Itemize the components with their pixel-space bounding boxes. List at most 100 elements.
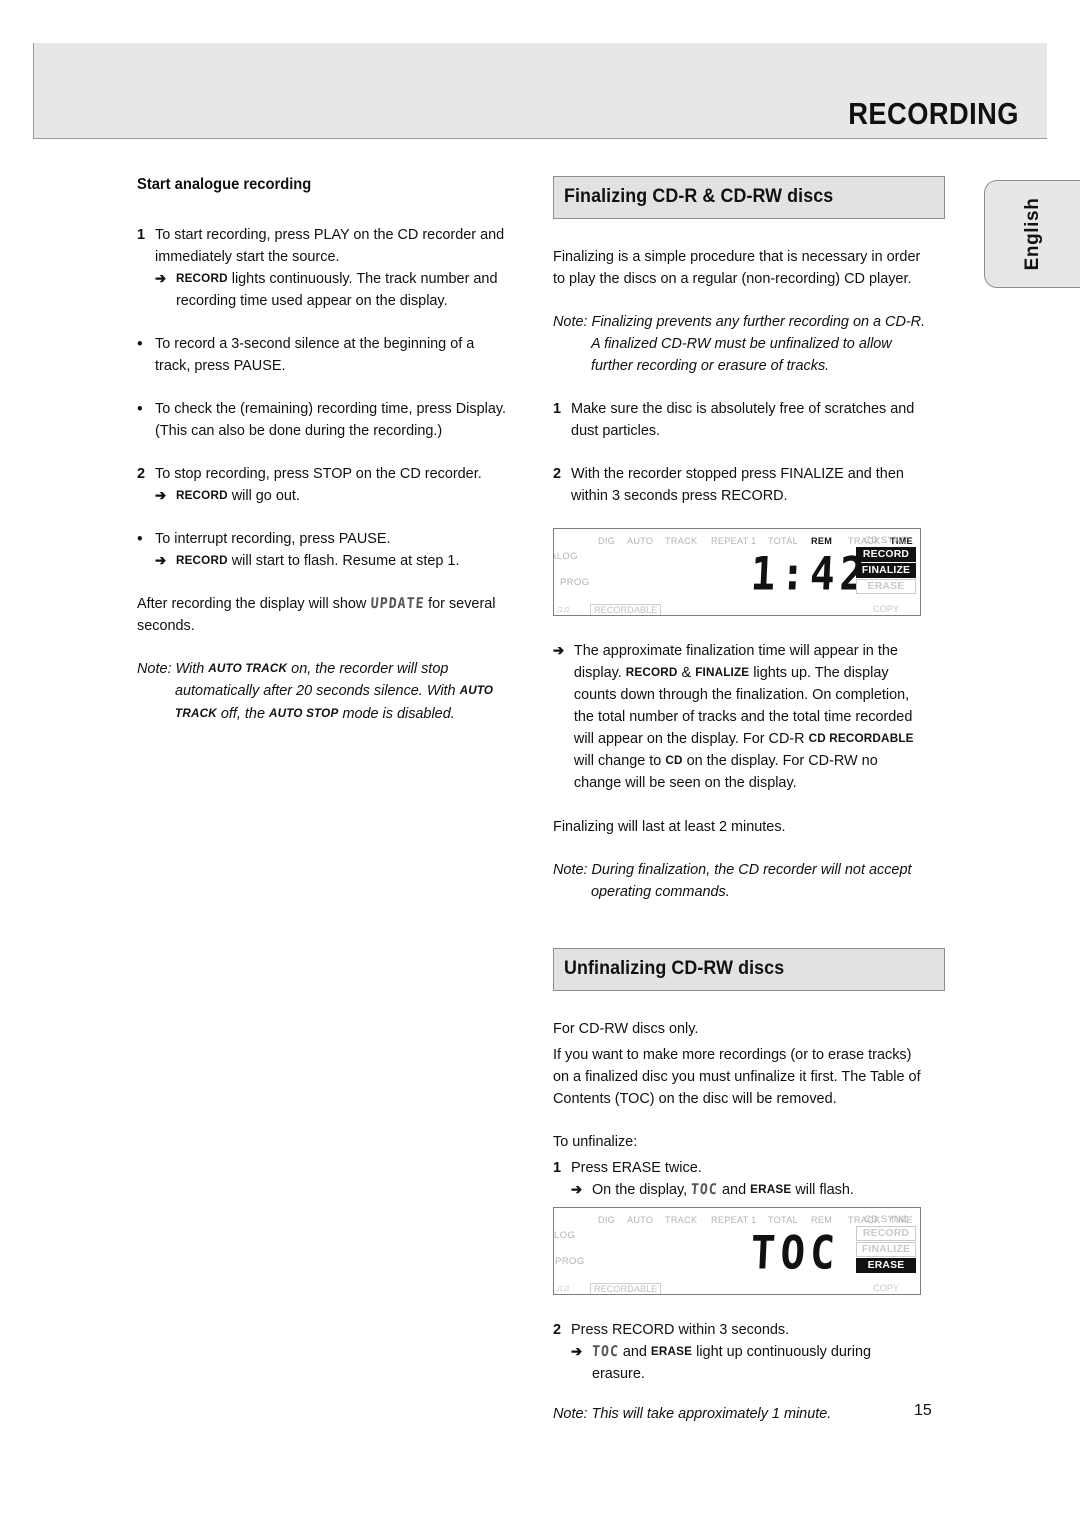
result-middle: and <box>718 1180 751 1198</box>
lcd-label-analog: ALOG <box>554 551 578 563</box>
note-part-3: off, the <box>216 704 269 722</box>
step-marker: 1 <box>137 226 146 243</box>
arrow-icon: ➔ <box>571 1342 583 1359</box>
erase-indicator-label: ERASE <box>750 1181 792 1196</box>
bullet-text: To record a 3-second silence at the begi… <box>155 335 475 375</box>
result-line-3a: For CD-R <box>742 730 809 748</box>
unfinalize-step-2: 2 Press RECORD within 3 seconds. ➔ TOC a… <box>553 1319 925 1385</box>
lcd-label-rem: REM <box>811 1214 833 1226</box>
unfinalizing-para-2: If you want to make more recordings (or … <box>553 1045 921 1107</box>
lcd-indicator-record: RECORD <box>856 547 916 563</box>
lcd-label-cd-sync: CD SYNC <box>864 534 908 546</box>
unfinalize-step-1: 1 Press ERASE twice. ➔ On the display, T… <box>553 1157 925 1201</box>
step-text: Press ERASE twice. <box>571 1158 702 1176</box>
bullet-text: To interrupt recording, press PAUSE. <box>155 530 391 548</box>
lcd-indicator-erase: ERASE <box>856 579 916 595</box>
lcd-icon-disc: ♫♫ <box>556 1282 570 1293</box>
step-text: Press RECORD within 3 seconds. <box>571 1320 790 1338</box>
step-result: ➔ RECORD lights continuously. The track … <box>155 268 507 312</box>
finalize-step-1: 1 Make sure the disc is absolutely free … <box>553 398 925 442</box>
step-text: With the recorder stopped press FINALIZE… <box>571 465 904 505</box>
finalize-step-2-result: ➔ The approximate finalization time will… <box>553 640 925 794</box>
step-text: Make sure the disc is absolutely free of… <box>571 400 915 440</box>
arrow-icon: ➔ <box>155 552 167 569</box>
unfinalizing-note: Note: This will take approximately 1 min… <box>553 1403 925 1425</box>
lcd-label-total: TOTAL <box>768 536 798 548</box>
lcd-indicator-record: RECORD <box>856 1225 916 1241</box>
page-title: RECORDING <box>848 96 1019 131</box>
lcd-label-total: TOTAL <box>768 1214 798 1226</box>
section-header-unfinalizing: Unfinalizing CD-RW discs <box>553 947 945 991</box>
step-2: 2 To stop recording, press STOP on the C… <box>137 463 508 507</box>
arrow-icon: ➔ <box>553 642 565 659</box>
bullet-result: ➔ RECORD will start to flash. Resume at … <box>155 550 507 572</box>
step-text: To start recording, press PLAY on the CD… <box>155 226 505 266</box>
arrow-icon: ➔ <box>571 1180 583 1197</box>
note-label: Note: <box>553 1404 588 1422</box>
language-tab-english: English <box>984 180 1080 288</box>
lcd-word-update: UPDATE <box>369 595 425 613</box>
section-title: Finalizing CD-R & CD-RW discs <box>564 186 834 207</box>
result-line-1b: & <box>677 664 696 682</box>
lcd-label-repeat-1: REPEAT 1 <box>711 1214 757 1226</box>
step-marker: 2 <box>553 1320 562 1338</box>
note-label: Note: <box>553 313 588 331</box>
bullet-marker: • <box>137 334 143 354</box>
after-recording-before: After recording the display will show <box>137 595 371 613</box>
cd-label: CD <box>665 753 683 768</box>
record-indicator-label: RECORD <box>625 665 678 680</box>
lcd-indicator-group: CD SYNC RECORD FINALIZE ERASE COPY <box>856 1212 916 1293</box>
after-recording-paragraph: After recording the display will show UP… <box>137 593 508 637</box>
lcd-bottom-strip: ♫♫ RECORDABLE ________ <box>554 1282 920 1294</box>
note-part-1: With <box>171 660 209 678</box>
bullet-result-text: will start to flash. Resume at step 1. <box>227 552 460 570</box>
step-result: ➔ On the display, TOC and ERASE will fla… <box>571 1179 925 1201</box>
step-result-text: will go out. <box>227 487 300 505</box>
right-column: Finalizing CD-R & CD-RW discs Finalizing… <box>553 176 945 1446</box>
lcd-digits-time: 1:42 <box>749 547 871 602</box>
arrow-icon: ➔ <box>155 487 167 504</box>
finalizing-note: Note: Finalizing prevents any further re… <box>553 311 925 377</box>
bullet-3: • To interrupt recording, press PAUSE. ➔… <box>137 528 508 572</box>
lcd-label-cd-sync: CD SYNC <box>864 1212 908 1224</box>
left-column: Start analogue recording 1 To start reco… <box>137 176 527 746</box>
note-part-4: mode is disabled. <box>338 704 455 722</box>
erase-indicator-label: ERASE <box>650 1343 693 1358</box>
lcd-label-track: TRACK <box>665 1214 698 1226</box>
lcd-label-prog: PROG <box>555 1255 585 1267</box>
bullet-marker: • <box>137 529 143 549</box>
left-column-heading: Start analogue recording <box>137 176 312 193</box>
step-marker: 2 <box>553 465 562 483</box>
bullet-text: To check the (remaining) recording time,… <box>155 400 507 440</box>
auto-track-note: Note: With AUTO TRACK on, the recorder w… <box>137 658 508 724</box>
result-line-1c: lights up. <box>749 664 812 682</box>
record-indicator-label: RECORD <box>175 271 228 286</box>
cd-recordable-label: CD RECORDABLE <box>808 731 914 746</box>
finalizing-note-2: Note: During finalization, the CD record… <box>553 859 925 903</box>
unfinalizing-para-1: For CD-RW discs only. <box>553 1019 699 1037</box>
finalizing-intro: Finalizing is a simple procedure that is… <box>553 248 921 288</box>
step-marker: 1 <box>553 1158 562 1176</box>
lcd-display-toc: DIG AUTO TRACK REPEAT 1 TOTAL REM TRACK … <box>553 1206 921 1295</box>
note-label: Note: <box>553 860 588 878</box>
lcd-bottom-strip: ♫♫ RECORDABLE ________ <box>554 604 920 616</box>
auto-stop-label: AUTO STOP <box>268 705 339 720</box>
lcd-label-recordable: RECORDABLE <box>590 1282 662 1294</box>
lcd-label-auto: AUTO <box>627 1214 654 1226</box>
lcd-label-prog: PROG <box>560 577 590 589</box>
result-middle: and <box>618 1342 651 1360</box>
lcd-label-analog: LOG <box>554 1229 576 1241</box>
result-line-3b: will change to <box>573 752 666 770</box>
unfinalize-intro: To unfinalize: <box>553 1132 638 1150</box>
bullet-1: • To record a 3-second silence at the be… <box>137 333 508 377</box>
finalizing-duration: Finalizing will last at least 2 minutes. <box>553 817 786 835</box>
lcd-label-recordable: RECORDABLE <box>590 604 662 616</box>
lcd-indicator-group: CD SYNC RECORD FINALIZE ERASE COPY <box>856 534 916 614</box>
auto-track-label: AUTO TRACK <box>208 661 288 676</box>
result-before: On the display, <box>591 1180 692 1198</box>
arrow-icon: ➔ <box>155 270 167 287</box>
lcd-label-dig: DIG <box>598 536 616 548</box>
lcd-word-toc: TOC <box>591 1343 620 1361</box>
section-header-finalizing: Finalizing CD-R & CD-RW discs <box>553 176 945 219</box>
step-marker: 2 <box>137 465 146 483</box>
